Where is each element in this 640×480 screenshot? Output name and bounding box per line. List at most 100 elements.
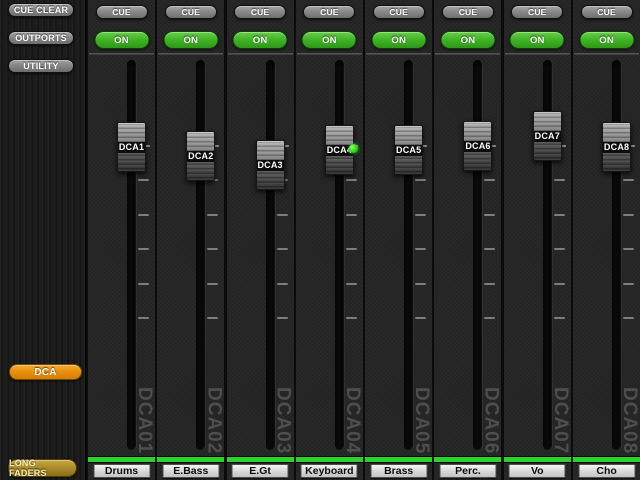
- fader-tick: [415, 317, 427, 319]
- channel-name-label: Keyboard: [300, 464, 358, 478]
- channel-color-bar: [434, 456, 502, 463]
- cue-button[interactable]: CUE: [95, 5, 148, 19]
- cue-button[interactable]: CUE: [441, 5, 494, 19]
- channel-id-watermark: DCA02: [203, 386, 225, 454]
- fader-tick: [484, 283, 496, 285]
- fader-tick: [276, 248, 288, 250]
- strip-divider: [504, 53, 570, 55]
- fader-knob-label: DCA3: [256, 159, 284, 171]
- channel-color-bar: [226, 456, 294, 463]
- fader-tick: [415, 214, 427, 216]
- channel-name-label: Drums: [93, 464, 150, 478]
- fader-tick: [207, 317, 219, 319]
- on-button[interactable]: ON: [94, 31, 149, 49]
- fader-tick: [553, 214, 565, 216]
- fader-knob[interactable]: DCA3: [255, 140, 285, 190]
- fader-tick: [415, 179, 427, 181]
- channel-strip: CUE ON DCA07 DCA7 Vo: [503, 0, 571, 480]
- cue-button[interactable]: CUE: [303, 5, 356, 19]
- fader-tick: [484, 179, 496, 181]
- fader-knob[interactable]: DCA4: [324, 125, 358, 175]
- on-button[interactable]: ON: [440, 31, 496, 49]
- dca-bank-button[interactable]: DCA: [9, 364, 82, 380]
- channel-color-bar: [365, 456, 433, 463]
- strip-divider: [89, 53, 154, 55]
- on-button[interactable]: ON: [301, 31, 357, 49]
- channel-name-label: Brass: [370, 464, 428, 478]
- channel-id-watermark: DCA01: [134, 386, 155, 454]
- channel-name-label: Vo: [508, 464, 566, 478]
- fader-tick: [484, 214, 496, 216]
- fader-tick: [484, 248, 496, 250]
- fader-tick: [207, 214, 219, 216]
- fader-tick: [415, 283, 427, 285]
- fader-tick: [623, 317, 635, 319]
- fader-tick: [207, 283, 219, 285]
- fader-tick: [345, 248, 357, 250]
- channel-id-watermark: DCA06: [480, 386, 502, 454]
- fader-knob[interactable]: DCA5: [394, 125, 424, 175]
- fader-tick: [484, 317, 496, 319]
- channel-strip: CUE ON DCA03 DCA3 E.Gt: [226, 0, 294, 480]
- cue-button[interactable]: CUE: [580, 5, 633, 19]
- on-button[interactable]: ON: [579, 31, 635, 49]
- fader-tick: [553, 317, 565, 319]
- channel-strip: CUE ON DCA02 DCA2 E.Bass: [157, 0, 225, 480]
- sidebar: CUE CLEAR OUTPORTS UTILITY DCA LONG FADE…: [0, 0, 86, 480]
- channel-name-label: Cho: [578, 464, 636, 478]
- fader-tick: [623, 283, 635, 285]
- fader-tick: [138, 214, 149, 216]
- channel-strips: CUE ON DCA01 DCA1 Drums CUE ON DCA02 DCA…: [88, 0, 640, 480]
- fader-knob-label: DCA2: [187, 150, 215, 162]
- channel-strip: CUE ON DCA04 DCA4 Keyboard: [295, 0, 363, 480]
- cue-button[interactable]: CUE: [164, 5, 217, 19]
- strip-divider: [158, 53, 224, 55]
- channel-color-bar: [295, 456, 363, 463]
- fader-tick: [207, 248, 219, 250]
- fader-tick: [415, 248, 427, 250]
- cue-button[interactable]: CUE: [511, 5, 564, 19]
- channel-strip: CUE ON DCA06 DCA6 Perc.: [434, 0, 502, 480]
- long-faders-button[interactable]: LONG FADERS: [8, 458, 77, 478]
- fader-knob-label: DCA5: [395, 144, 423, 156]
- channel-name-label: E.Bass: [162, 464, 220, 478]
- fader-tick: [345, 283, 357, 285]
- fader-knob[interactable]: DCA6: [463, 121, 493, 171]
- fader-knob[interactable]: DCA2: [186, 131, 216, 181]
- channel-color-bar: [88, 456, 155, 463]
- fader-knob-label: DCA8: [603, 141, 631, 153]
- fader-tick: [276, 283, 288, 285]
- fader-tick: [276, 317, 288, 319]
- fader-knob-label: DCA1: [118, 141, 145, 153]
- utility-button[interactable]: UTILITY: [8, 59, 74, 73]
- cue-button[interactable]: CUE: [234, 5, 287, 19]
- channel-id-watermark: DCA04: [341, 386, 363, 454]
- fader-knob[interactable]: DCA8: [602, 122, 632, 172]
- channel-strip: CUE ON DCA08 DCA8 Cho: [573, 0, 640, 480]
- fader-tick: [138, 179, 149, 181]
- fader-tick: [345, 179, 357, 181]
- cue-button[interactable]: CUE: [372, 5, 425, 19]
- fader-tick: [623, 248, 635, 250]
- channel-name-label: E.Gt: [231, 464, 289, 478]
- fader-tick: [623, 214, 635, 216]
- channel-name-label: Perc.: [439, 464, 497, 478]
- fader-knob[interactable]: DCA7: [532, 111, 562, 161]
- channel-color-bar: [503, 456, 571, 463]
- channel-strip: CUE ON DCA05 DCA5 Brass: [365, 0, 433, 480]
- on-button[interactable]: ON: [509, 31, 565, 49]
- on-button[interactable]: ON: [371, 31, 427, 49]
- strip-divider: [227, 53, 293, 55]
- channel-id-watermark: DCA07: [549, 386, 571, 454]
- channel-id-watermark: DCA05: [411, 386, 433, 454]
- outports-button[interactable]: OUTPORTS: [8, 31, 74, 45]
- cue-clear-button[interactable]: CUE CLEAR: [8, 3, 74, 17]
- fader-tick: [138, 283, 149, 285]
- fader-tick: [623, 179, 635, 181]
- channel-id-watermark: DCA03: [272, 386, 294, 454]
- channel-color-bar: [157, 456, 225, 463]
- on-button[interactable]: ON: [232, 31, 288, 49]
- on-button[interactable]: ON: [163, 31, 219, 49]
- fader-knob[interactable]: DCA1: [117, 122, 146, 172]
- fader-tick: [138, 248, 149, 250]
